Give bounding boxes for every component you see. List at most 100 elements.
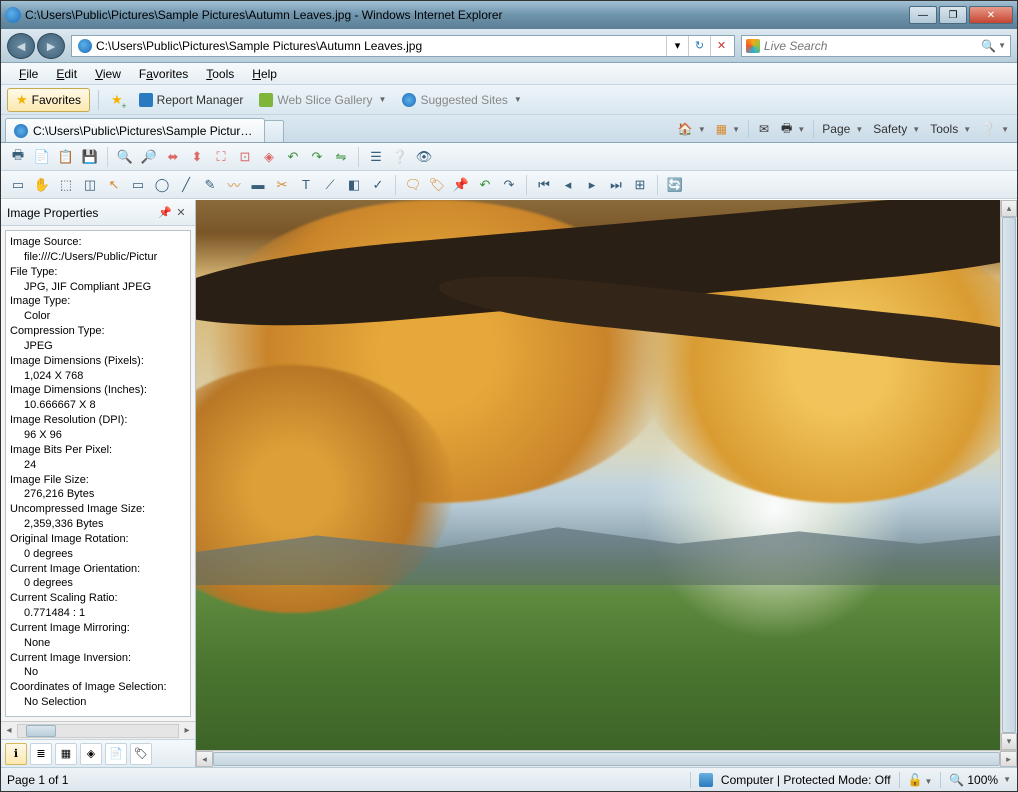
tab-text[interactable]: 📄 [105,743,127,765]
help-button[interactable]: ❔▼ [977,118,1013,140]
page-first-icon[interactable]: ⏮ [533,174,555,196]
read-mail-button[interactable]: ✉ [753,118,775,140]
tab-3d[interactable]: ◈ [80,743,102,765]
tab-layers[interactable]: ≣ [30,743,52,765]
web-slice-link[interactable]: Web Slice Gallery ▼ [255,91,390,109]
marquee-icon[interactable]: ◫ [79,174,101,196]
address-dropdown[interactable]: ▾ [666,36,688,56]
search-button[interactable]: 🔍 [981,39,996,53]
maximize-button[interactable]: ❐ [939,6,967,24]
rotate-right-icon[interactable]: ↷ [306,146,328,168]
ruler-icon[interactable]: ⟋ [319,174,341,196]
safety-menu[interactable]: Safety▼ [869,118,924,140]
fit-window-icon[interactable]: ⛶ [210,146,232,168]
search-dropdown[interactable]: ▼ [998,41,1006,50]
full-screen-icon[interactable]: ◈ [258,146,280,168]
page-goto-icon[interactable]: ⊞ [629,174,651,196]
address-input[interactable] [96,39,666,53]
save-icon[interactable]: 💾 [79,146,101,168]
suggested-sites-link[interactable]: Suggested Sites ▼ [398,91,525,109]
selection-icon[interactable]: ⬚ [55,174,77,196]
zoom-in-icon[interactable]: 🔍 [114,146,136,168]
tab-annotations[interactable]: 🏷 [130,743,152,765]
zoom-out-icon[interactable]: 🔎 [138,146,160,168]
vertical-scrollbar[interactable]: ▴▾ [1000,200,1017,750]
add-favorite-button[interactable]: ★+ [107,90,127,110]
zoom-control[interactable]: 🔍100%▼ [949,773,1011,787]
eraser-icon[interactable]: ◧ [343,174,365,196]
help-icon[interactable]: ❔ [389,146,411,168]
forward-button[interactable]: ► [37,33,65,59]
eyedropper-icon[interactable]: ✓ [367,174,389,196]
highlighter-icon[interactable]: ▬ [247,174,269,196]
menu-tools[interactable]: Tools [198,65,242,83]
sticky-icon[interactable]: 📌 [450,174,472,196]
print-icon[interactable]: 🖶 [7,146,29,168]
redo-icon[interactable]: ↷ [498,174,520,196]
fit-width-icon[interactable]: ⬌ [162,146,184,168]
back-button[interactable]: ◄ [7,33,35,59]
pencil-icon[interactable]: ✎ [199,174,221,196]
crop-icon[interactable]: ✂ [271,174,293,196]
favorites-label: Favorites [32,93,81,107]
undo-icon[interactable]: ↶ [474,174,496,196]
search-input[interactable] [764,39,981,53]
page-prev-icon[interactable]: ◂ [557,174,579,196]
select-rect-icon[interactable]: ▭ [7,174,29,196]
menu-file[interactable]: File [11,65,46,83]
flip-icon[interactable]: ⇋ [330,146,352,168]
close-panel-icon[interactable]: ✕ [173,205,189,221]
tools-menu[interactable]: Tools▼ [926,118,975,140]
stamp-icon[interactable]: 🏷 [426,174,448,196]
home-button[interactable]: 🏠▼ [674,118,710,140]
text-tool-icon[interactable]: T [295,174,317,196]
separator [813,120,814,138]
paste-icon[interactable]: 📋 [55,146,77,168]
image-canvas[interactable] [196,200,1000,750]
refresh-button[interactable]: ↻ [688,36,710,56]
menu-favorites[interactable]: Favorites [131,65,196,83]
close-button[interactable]: ✕ [969,6,1013,24]
ellipse-tool-icon[interactable]: ◯ [151,174,173,196]
refresh-image-icon[interactable]: 🔄 [664,174,686,196]
actual-size-icon[interactable]: ⊡ [234,146,256,168]
arrow-tool-icon[interactable]: ↖ [103,174,125,196]
rotate-left-icon[interactable]: ↶ [282,146,304,168]
note-icon[interactable]: 🗨 [402,174,424,196]
menu-help[interactable]: Help [244,65,285,83]
protected-mode-icon[interactable]: 🔓▼ [908,773,933,787]
ie-icon [402,93,416,107]
property-value: JPG, JIF Compliant JPEG [10,280,186,295]
search-box[interactable]: 🔍 ▼ [741,35,1011,57]
new-tab-button[interactable] [264,120,284,142]
tab-info[interactable]: ℹ [5,743,27,765]
about-icon[interactable]: 👁 [413,146,435,168]
pin-icon[interactable]: 📌 [157,205,173,221]
page-menu[interactable]: Page▼ [818,118,867,140]
panel-hscrollbar[interactable]: ◂▸ [1,721,195,739]
fit-height-icon[interactable]: ⬍ [186,146,208,168]
copy-icon[interactable]: 📄 [31,146,53,168]
browser-tab[interactable]: C:\Users\Public\Pictures\Sample Pictures… [5,118,265,142]
statusbar: Page 1 of 1 Computer | Protected Mode: O… [1,767,1017,791]
minimize-button[interactable]: — [909,6,937,24]
menu-edit[interactable]: Edit [48,65,85,83]
address-bar[interactable]: ▾ ↻ ✕ [71,35,735,57]
stop-button[interactable]: ✕ [710,36,732,56]
polyline-icon[interactable]: 〰 [223,174,245,196]
favorites-button[interactable]: ★ Favorites [7,88,90,112]
report-manager-link[interactable]: Report Manager [135,91,248,109]
page-next-icon[interactable]: ▸ [581,174,603,196]
tab-thumbs[interactable]: ▦ [55,743,77,765]
line-tool-icon[interactable]: ╱ [175,174,197,196]
report-manager-label: Report Manager [157,93,244,107]
properties-icon[interactable]: ☰ [365,146,387,168]
print-button[interactable]: 🖶▼ [777,118,809,140]
horizontal-scrollbar[interactable]: ◂▸ [196,750,1017,767]
menu-view[interactable]: View [87,65,129,83]
hand-icon[interactable]: ✋ [31,174,53,196]
feeds-button[interactable]: ▦▼ [712,118,744,140]
panel-header: Image Properties 📌 ✕ [1,200,195,226]
rectangle-tool-icon[interactable]: ▭ [127,174,149,196]
page-last-icon[interactable]: ⏭ [605,174,627,196]
